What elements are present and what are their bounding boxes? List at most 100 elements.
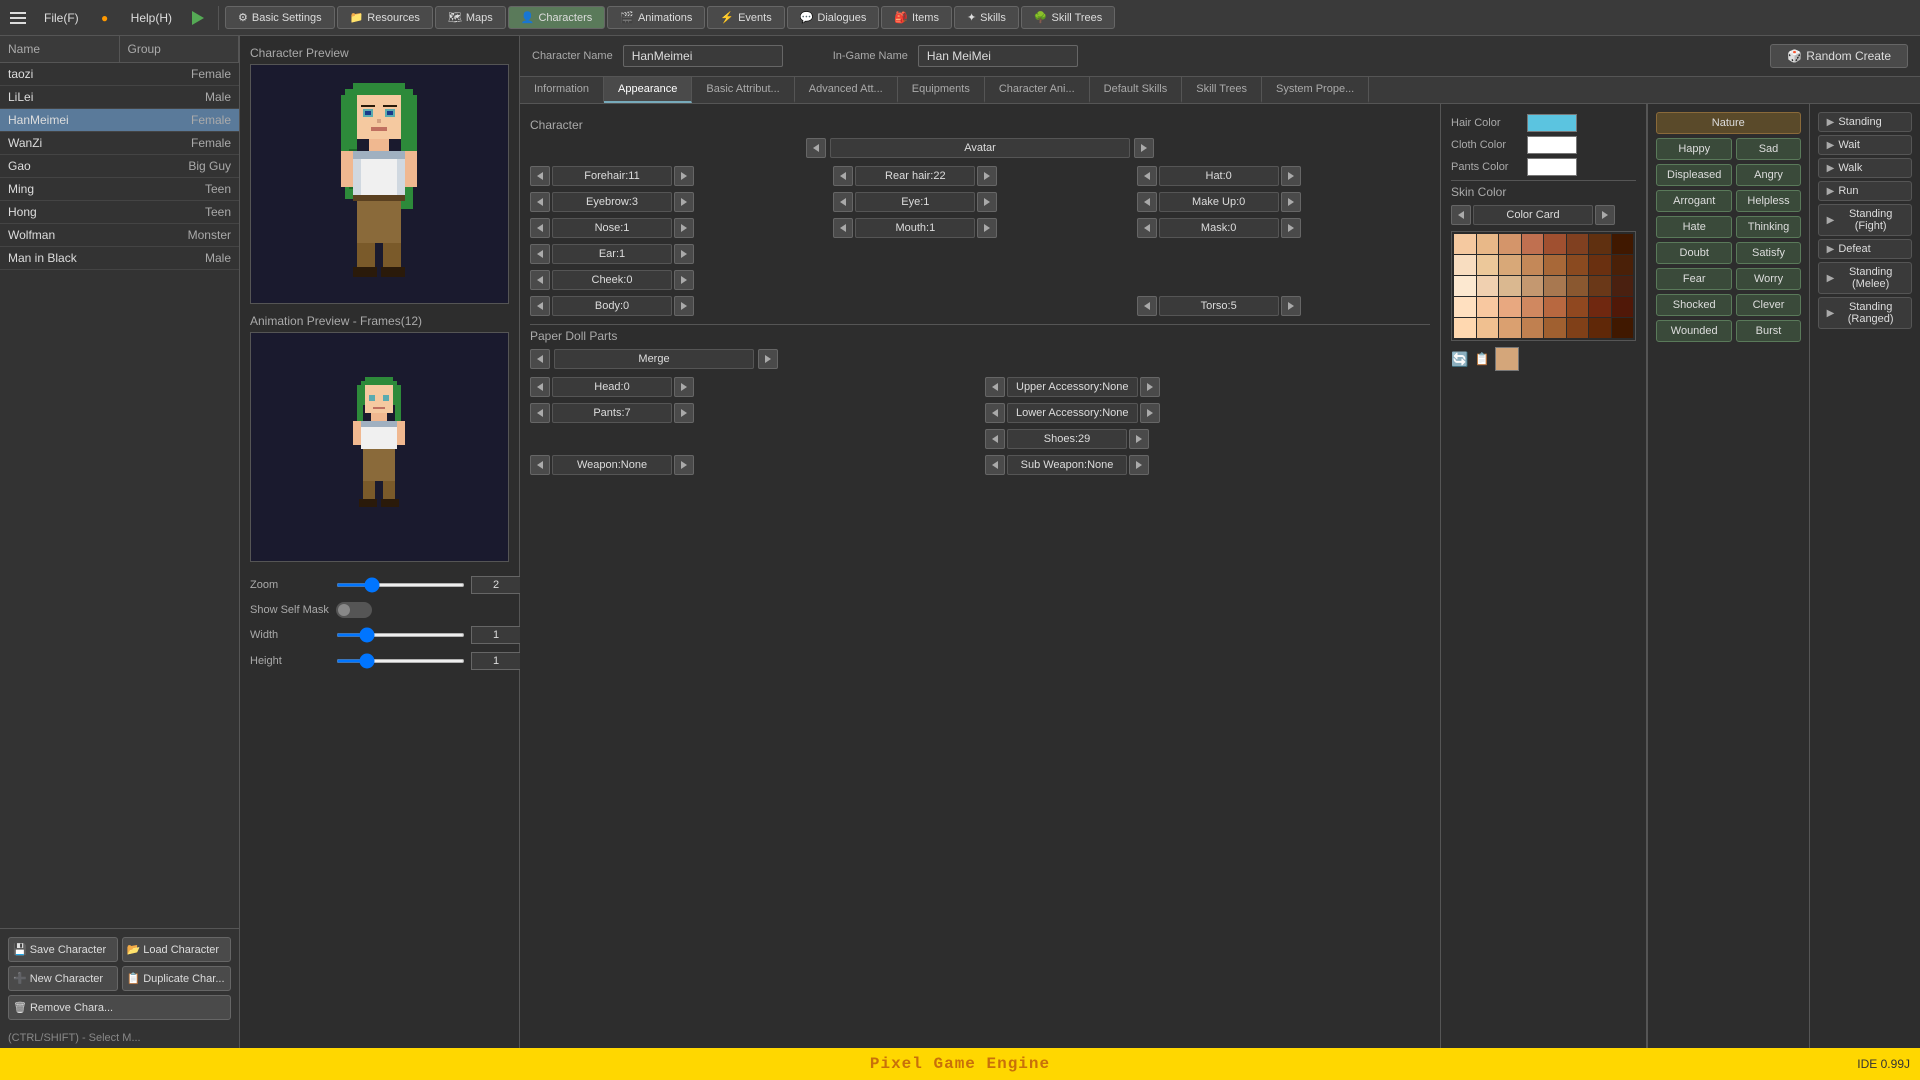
- skin-color-cell[interactable]: [1544, 255, 1566, 275]
- skin-color-cell[interactable]: [1544, 297, 1566, 317]
- selected-skin-color[interactable]: [1495, 347, 1519, 371]
- zoom-slider[interactable]: [336, 583, 465, 587]
- skin-color-cell[interactable]: [1499, 234, 1521, 254]
- emotion-burst-button[interactable]: Burst: [1736, 320, 1800, 342]
- emotion-displeased-button[interactable]: Displeased: [1656, 164, 1732, 186]
- sub-weapon-next[interactable]: [1129, 455, 1149, 475]
- body-prev[interactable]: [530, 296, 550, 316]
- tab-dialogues[interactable]: 💬Dialogues: [787, 6, 880, 29]
- tab-character-animations[interactable]: Character Ani...: [985, 77, 1090, 103]
- height-slider[interactable]: [336, 659, 465, 663]
- skin-color-cell[interactable]: [1454, 297, 1476, 317]
- new-character-button[interactable]: ➕New Character: [8, 966, 118, 991]
- skin-color-cell[interactable]: [1567, 234, 1589, 254]
- skin-color-cell[interactable]: [1454, 234, 1476, 254]
- lower-acc-next[interactable]: [1140, 403, 1160, 423]
- emotion-helpless-button[interactable]: Helpless: [1736, 190, 1800, 212]
- weapon-next[interactable]: [674, 455, 694, 475]
- upper-acc-next[interactable]: [1140, 377, 1160, 397]
- character-row-wolfman[interactable]: Wolfman Monster: [0, 224, 239, 247]
- character-row-wanzi[interactable]: WanZi Female: [0, 132, 239, 155]
- hat-next[interactable]: [1281, 166, 1301, 186]
- ear-prev[interactable]: [530, 244, 550, 264]
- tab-events[interactable]: ⚡Events: [707, 6, 784, 29]
- skin-color-cell[interactable]: [1612, 276, 1634, 296]
- skin-color-cell[interactable]: [1454, 255, 1476, 275]
- zoom-input[interactable]: 2: [471, 576, 521, 594]
- hamburger-menu-icon[interactable]: [4, 4, 32, 32]
- skin-color-cell[interactable]: [1477, 255, 1499, 275]
- tab-skill-trees[interactable]: 🌳Skill Trees: [1021, 6, 1115, 29]
- shoes-prev[interactable]: [985, 429, 1005, 449]
- copy-icon[interactable]: 📋: [1474, 352, 1489, 366]
- head-prev[interactable]: [530, 377, 550, 397]
- tab-appearance[interactable]: Appearance: [604, 77, 692, 103]
- play-icon[interactable]: [184, 4, 212, 32]
- skin-color-cell[interactable]: [1567, 297, 1589, 317]
- rearhair-next[interactable]: [977, 166, 997, 186]
- skin-color-cell[interactable]: [1499, 255, 1521, 275]
- anim-standing-button[interactable]: ▶ Standing: [1818, 112, 1912, 132]
- tab-information[interactable]: Information: [520, 77, 604, 103]
- emotion-fear-button[interactable]: Fear: [1656, 268, 1732, 290]
- circle-icon[interactable]: ●: [91, 4, 119, 32]
- skin-color-cell[interactable]: [1522, 297, 1544, 317]
- anim-defeat-button[interactable]: ▶ Defeat: [1818, 239, 1912, 259]
- random-create-button[interactable]: 🎲 Random Create: [1770, 44, 1908, 68]
- ear-next[interactable]: [674, 244, 694, 264]
- skin-color-cell[interactable]: [1499, 318, 1521, 338]
- makeup-next[interactable]: [1281, 192, 1301, 212]
- cheek-next[interactable]: [674, 270, 694, 290]
- character-row-hanmeimei[interactable]: HanMeimei Female: [0, 109, 239, 132]
- tab-resources[interactable]: 📁Resources: [337, 6, 433, 29]
- tab-basic-attributes[interactable]: Basic Attribut...: [692, 77, 794, 103]
- skin-color-cell[interactable]: [1567, 318, 1589, 338]
- character-row-gao[interactable]: Gao Big Guy: [0, 155, 239, 178]
- eyebrow-next[interactable]: [674, 192, 694, 212]
- forehair-prev[interactable]: [530, 166, 550, 186]
- makeup-prev[interactable]: [1137, 192, 1157, 212]
- character-row-ming[interactable]: Ming Teen: [0, 178, 239, 201]
- width-input[interactable]: 1: [471, 626, 521, 644]
- character-name-input[interactable]: [623, 45, 783, 67]
- emotion-satisfy-button[interactable]: Satisfy: [1736, 242, 1800, 264]
- emotion-shocked-button[interactable]: Shocked: [1656, 294, 1732, 316]
- skin-color-cell[interactable]: [1454, 276, 1476, 296]
- body-next[interactable]: [674, 296, 694, 316]
- skin-color-cell[interactable]: [1522, 276, 1544, 296]
- save-character-button[interactable]: 💾Save Character: [8, 937, 118, 962]
- skin-color-cell[interactable]: [1477, 276, 1499, 296]
- torso-prev[interactable]: [1137, 296, 1157, 316]
- forehair-next[interactable]: [674, 166, 694, 186]
- hat-prev[interactable]: [1137, 166, 1157, 186]
- skin-color-cell[interactable]: [1589, 234, 1611, 254]
- skin-color-cell[interactable]: [1499, 276, 1521, 296]
- skin-color-cell[interactable]: [1589, 318, 1611, 338]
- skin-color-cell[interactable]: [1522, 318, 1544, 338]
- mouth-prev[interactable]: [833, 218, 853, 238]
- skin-color-cell[interactable]: [1589, 255, 1611, 275]
- tab-items[interactable]: 🎒Items: [881, 6, 952, 29]
- emotion-wounded-button[interactable]: Wounded: [1656, 320, 1732, 342]
- hair-color-swatch[interactable]: [1527, 114, 1577, 132]
- tab-skills[interactable]: ✦Skills: [954, 6, 1019, 29]
- color-card-next[interactable]: [1595, 205, 1615, 225]
- emotion-thinking-button[interactable]: Thinking: [1736, 216, 1800, 238]
- skin-color-cell[interactable]: [1454, 318, 1476, 338]
- file-menu[interactable]: File(F): [34, 7, 89, 29]
- skin-color-cell[interactable]: [1544, 318, 1566, 338]
- tab-animations[interactable]: 🎬Animations: [607, 6, 705, 29]
- pants-color-swatch[interactable]: [1527, 158, 1577, 176]
- anim-standing-melee-button[interactable]: ▶ Standing (Melee): [1818, 262, 1912, 294]
- character-row-taozi[interactable]: taozi Female: [0, 63, 239, 86]
- tab-advanced-attributes[interactable]: Advanced Att...: [795, 77, 898, 103]
- tab-basic-settings[interactable]: ⚙Basic Settings: [225, 6, 335, 29]
- emotion-happy-button[interactable]: Happy: [1656, 138, 1732, 160]
- skin-color-cell[interactable]: [1477, 234, 1499, 254]
- emotion-angry-button[interactable]: Angry: [1736, 164, 1800, 186]
- color-card-prev[interactable]: [1451, 205, 1471, 225]
- height-input[interactable]: 1: [471, 652, 521, 670]
- tab-maps[interactable]: 🗺Maps: [435, 6, 506, 29]
- skin-color-cell[interactable]: [1477, 297, 1499, 317]
- skin-color-cell[interactable]: [1589, 276, 1611, 296]
